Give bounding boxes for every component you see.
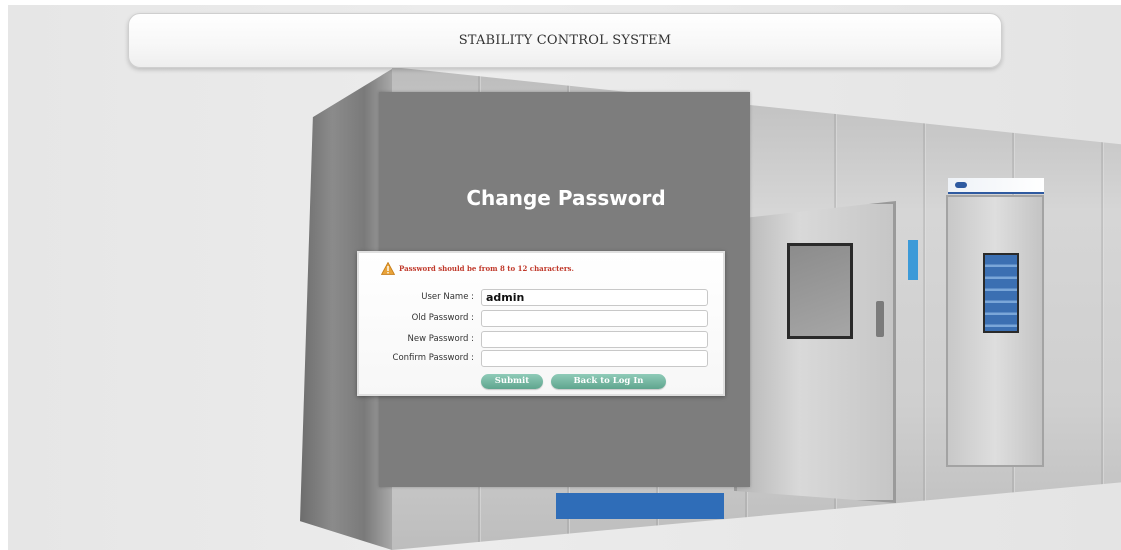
password-length-warning: Password should be from 8 to 12 characte… bbox=[399, 264, 574, 273]
app-header: STABILITY CONTROL SYSTEM bbox=[128, 13, 1002, 68]
chamber-control-panel bbox=[908, 240, 918, 280]
warning-triangle-icon bbox=[381, 262, 395, 275]
old-password-label: Old Password : bbox=[411, 313, 474, 323]
submit-button[interactable]: Submit bbox=[481, 374, 543, 389]
confirm-password-field[interactable] bbox=[481, 350, 708, 367]
old-password-field[interactable] bbox=[481, 310, 708, 327]
chamber-floor-detail bbox=[556, 493, 724, 519]
chamber-door-handle bbox=[876, 301, 884, 337]
confirm-password-label: Confirm Password : bbox=[392, 353, 474, 363]
chamber-door-window bbox=[787, 243, 853, 339]
username-label: User Name : bbox=[421, 292, 474, 302]
back-to-login-button[interactable]: Back to Log In bbox=[551, 374, 666, 389]
chamber-right-door-window bbox=[983, 253, 1019, 333]
app-title: STABILITY CONTROL SYSTEM bbox=[458, 33, 672, 48]
chamber-brand-logo bbox=[955, 182, 967, 188]
new-password-field[interactable] bbox=[481, 331, 708, 348]
panel-title: Change Password bbox=[466, 186, 666, 210]
new-password-label: New Password : bbox=[407, 334, 474, 344]
username-field[interactable] bbox=[481, 289, 708, 306]
